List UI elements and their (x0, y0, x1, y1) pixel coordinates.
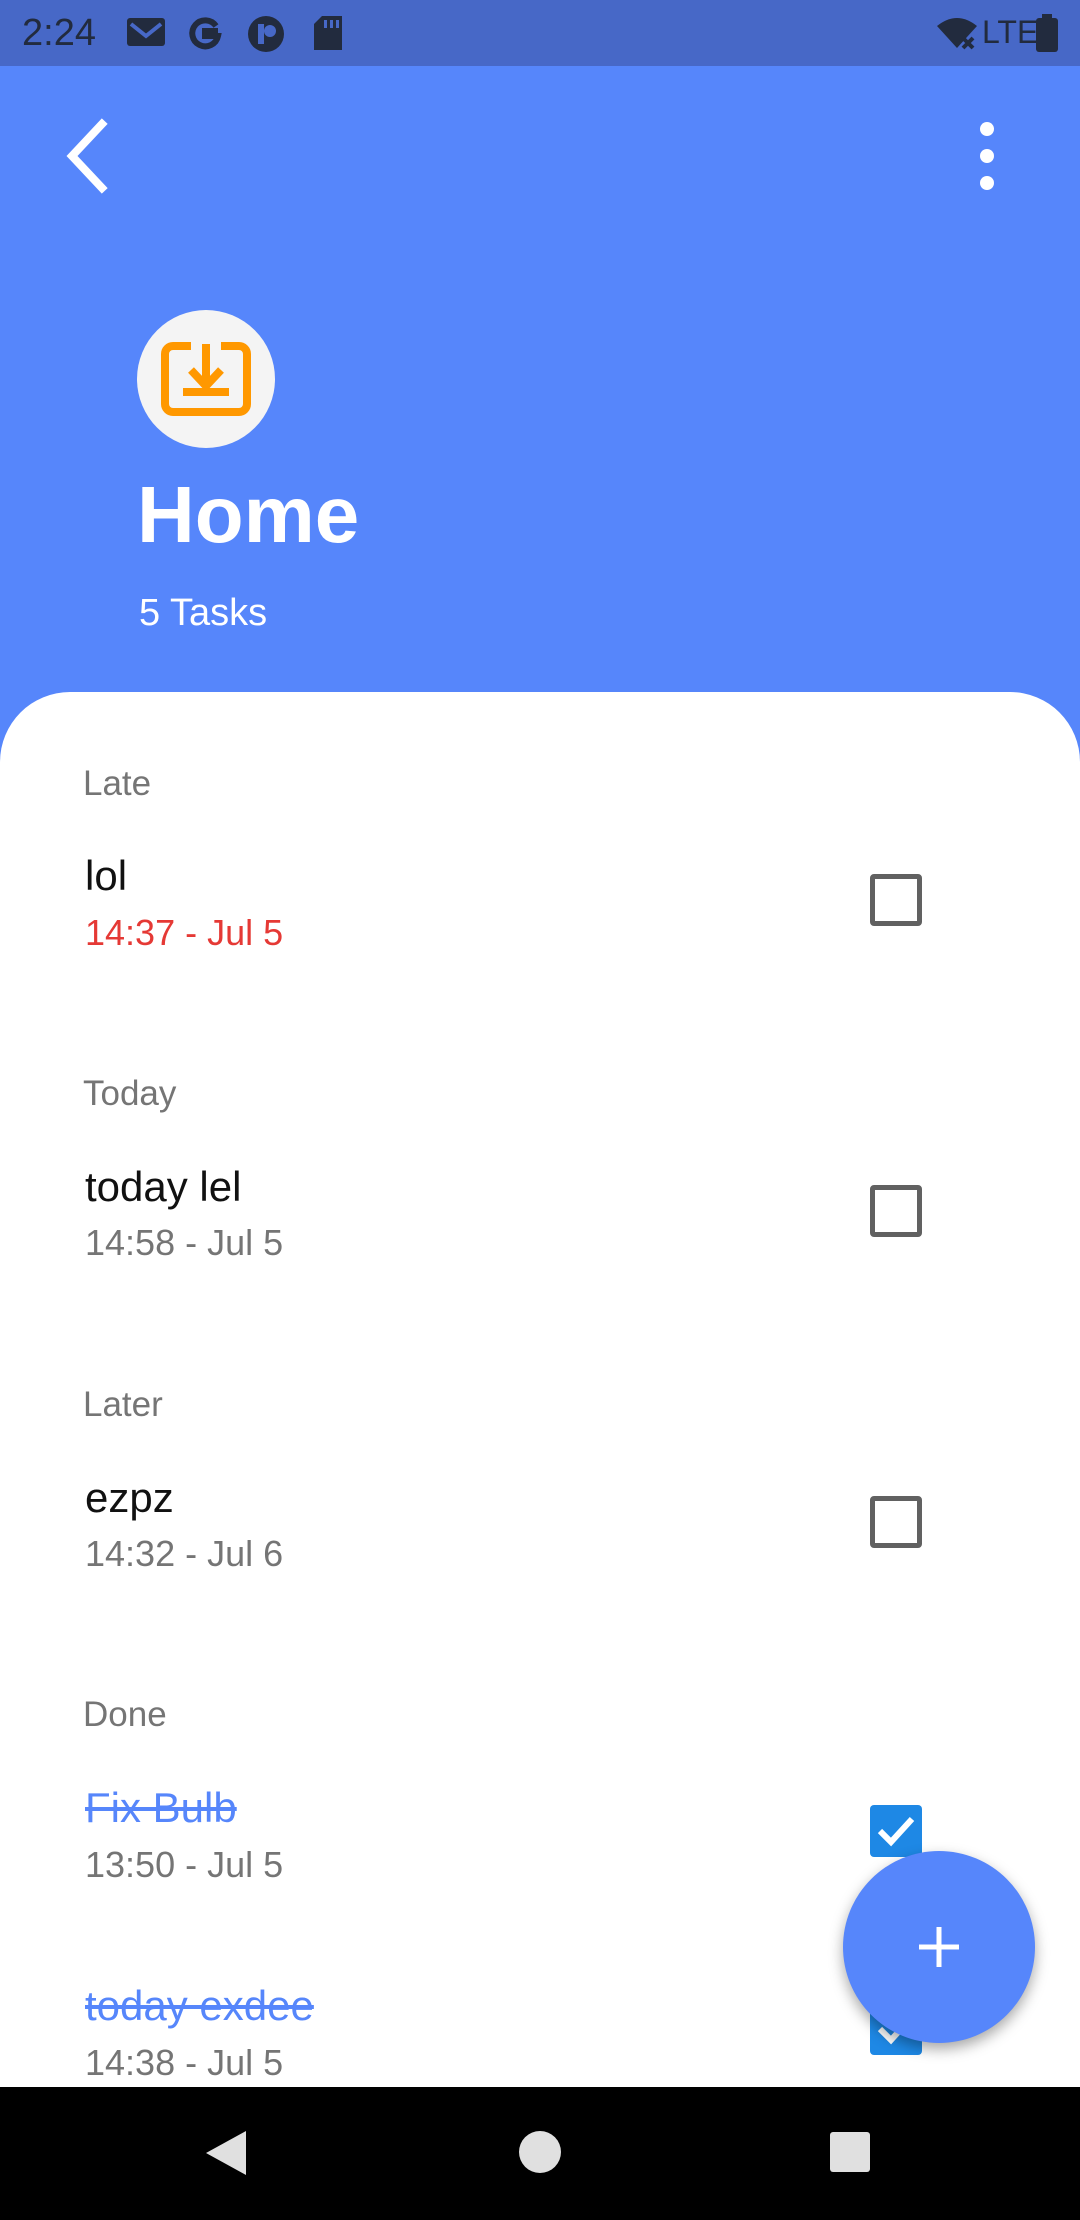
task-time: 14:38 - Jul 5 (85, 2042, 284, 2083)
task-time: 14:37 - Jul 5 (85, 912, 284, 953)
sd-card-icon (312, 14, 344, 57)
google-icon (186, 14, 224, 57)
task-time: 14:32 - Jul 6 (85, 1533, 284, 1574)
section-label-today: Today (83, 1074, 177, 1113)
lte-icon: LTE (982, 14, 1039, 50)
task-title: Fix Bulb (85, 1784, 237, 1831)
section-label-late: Late (83, 764, 152, 803)
wifi-off-icon (935, 14, 979, 57)
more-vert-icon (980, 122, 994, 190)
task-title: today lel (85, 1163, 242, 1210)
check-icon (877, 1816, 915, 1847)
battery-icon (1036, 14, 1058, 57)
task-title: ezpz (85, 1474, 174, 1521)
task-title: today exdee (85, 1982, 314, 2029)
page-title: Home (137, 470, 360, 559)
plus-icon (919, 1927, 959, 1967)
task-count: 5 Tasks (139, 592, 268, 634)
add-task-button[interactable] (843, 1851, 1035, 2043)
app-bar (0, 66, 1080, 236)
task-time: 13:50 - Jul 5 (85, 1844, 284, 1885)
task-checkbox[interactable] (870, 1496, 922, 1548)
task-checkbox[interactable] (870, 874, 922, 926)
section-label-later: Later (83, 1385, 163, 1424)
list-icon-badge (137, 310, 275, 448)
status-time: 2:24 (22, 12, 96, 54)
recents-square-icon[interactable] (828, 2130, 872, 2174)
back-triangle-icon[interactable] (200, 2127, 252, 2179)
home-circle-icon[interactable] (517, 2129, 563, 2175)
app-icon (246, 14, 286, 59)
back-button[interactable] (40, 106, 140, 206)
more-options-button[interactable] (950, 106, 1020, 206)
task-checkbox[interactable] (870, 1185, 922, 1237)
task-title: lol (85, 852, 128, 899)
task-checkbox-checked[interactable] (870, 1805, 922, 1857)
status-bar: 2:24 LTE (0, 0, 1080, 66)
section-label-done: Done (83, 1695, 167, 1734)
inbox-download-icon (161, 342, 251, 416)
gmail-icon (125, 14, 167, 55)
system-nav-bar (0, 2087, 1080, 2220)
chevron-left-icon (66, 118, 108, 194)
task-time: 14:58 - Jul 5 (85, 1222, 284, 1263)
